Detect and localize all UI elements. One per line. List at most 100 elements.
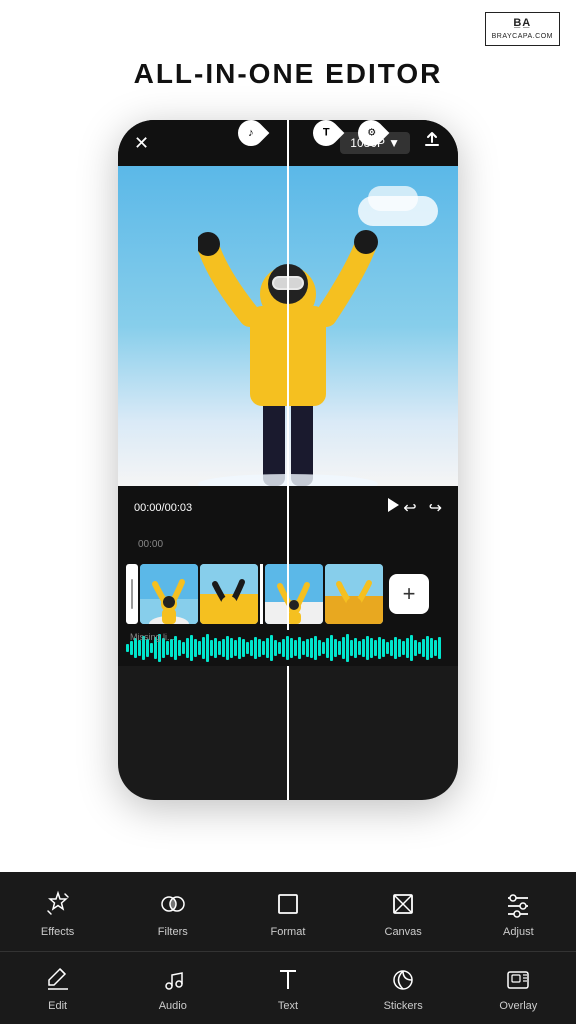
logo-text: B̲A̲BRAYCAPA.COM <box>485 12 560 46</box>
waveform-bar <box>218 641 221 655</box>
waveform-bar <box>438 637 441 659</box>
adjust-tool[interactable]: Adjust <box>478 886 558 938</box>
waveform-bar <box>234 640 237 656</box>
filters-tool[interactable]: Filters <box>133 886 213 938</box>
stickers-label: Stickers <box>384 1000 423 1012</box>
waveform-bar <box>406 638 409 658</box>
trim-handle-left[interactable] <box>126 564 138 624</box>
waveform-bar <box>254 637 257 659</box>
audio-label: Missing li... <box>130 632 175 642</box>
audio-icon <box>157 964 189 996</box>
text-marker[interactable]: T <box>313 120 339 146</box>
audio-nav[interactable]: Audio <box>133 964 213 1012</box>
waveform-bar <box>414 640 417 656</box>
thumbnail-2 <box>200 564 258 624</box>
logo: B̲A̲BRAYCAPA.COM <box>485 12 560 46</box>
waveform-bar <box>358 641 361 655</box>
waveform-bar <box>138 640 141 656</box>
waveform-bar <box>326 638 329 658</box>
waveform-bar <box>282 639 285 657</box>
audio-label: Audio <box>159 1000 187 1012</box>
waveform-bar <box>214 638 217 658</box>
waveform-bar <box>278 642 281 654</box>
waveform-bar <box>178 640 181 656</box>
filters-label: Filters <box>158 926 188 938</box>
waveform-bar <box>330 635 333 661</box>
nav-toolbar: Edit Audio Text <box>0 952 576 1024</box>
overlay-nav[interactable]: Overlay <box>478 964 558 1012</box>
waveform-bar <box>386 642 389 654</box>
waveform-bar <box>258 639 261 657</box>
add-clip-button[interactable]: + <box>389 574 429 614</box>
waveform-bar <box>398 639 401 657</box>
overlay-icon <box>502 964 534 996</box>
bottom-toolbar: Effects Filters Format <box>0 872 576 1024</box>
export-button[interactable] <box>422 130 442 156</box>
waveform-bar <box>230 638 233 658</box>
redo-button[interactable]: ↪ <box>429 498 442 518</box>
waveform-bar <box>130 641 133 655</box>
waveform-bar <box>346 634 349 662</box>
text-label: Text <box>278 1000 298 1012</box>
format-icon <box>270 886 306 922</box>
playhead <box>287 558 289 630</box>
waveform-bar <box>182 642 185 654</box>
waveform-bar <box>242 639 245 657</box>
waveform-bar <box>434 640 437 656</box>
waveform-bar <box>274 640 277 656</box>
stickers-icon <box>387 964 419 996</box>
waveform-bar <box>238 637 241 659</box>
text-nav[interactable]: Text <box>248 964 328 1012</box>
waveform-bar <box>266 638 269 658</box>
waveform-bar <box>426 636 429 660</box>
waveform-bar <box>226 636 229 660</box>
effects-tool[interactable]: Effects <box>18 886 98 938</box>
waveform-bar <box>394 637 397 659</box>
cloud-2 <box>368 186 418 211</box>
text-icon <box>272 964 304 996</box>
waveform-bar <box>202 637 205 659</box>
waveform-bar <box>290 638 293 658</box>
undo-button[interactable]: ↩ <box>403 498 416 518</box>
adjust-icon <box>500 886 536 922</box>
waveform-bar <box>370 638 373 658</box>
format-tool[interactable]: Format <box>248 886 328 938</box>
waveform-bar <box>350 640 353 656</box>
waveform-bar <box>338 641 341 655</box>
waveform-bar <box>362 639 365 657</box>
waveform-bar <box>418 642 421 654</box>
timeline-start-label: 00:00 <box>138 539 163 550</box>
effects-icon <box>40 886 76 922</box>
stickers-nav[interactable]: Stickers <box>363 964 443 1012</box>
waveform-bar <box>306 639 309 657</box>
close-button[interactable]: ✕ <box>134 133 149 154</box>
waveform-bar <box>430 638 433 658</box>
edit-label: Edit <box>48 1000 67 1012</box>
effects-label: Effects <box>41 926 74 938</box>
waveform-bar <box>270 635 273 661</box>
waveform-bar <box>354 638 357 658</box>
waveform-bar <box>166 641 169 655</box>
play-button[interactable] <box>381 494 403 522</box>
waveform-bar <box>390 640 393 656</box>
sticker-marker[interactable]: ⚙ <box>358 120 384 146</box>
adjust-label: Adjust <box>503 926 534 938</box>
waveform-bar <box>222 639 225 657</box>
controls-right: ↩ ↪ <box>403 498 442 518</box>
waveform-bar <box>374 640 377 656</box>
canvas-tool[interactable]: Canvas <box>363 886 443 938</box>
waveform-bar <box>322 642 325 654</box>
waveform-bar <box>294 640 297 656</box>
waveform-bar <box>286 636 289 660</box>
waveform-bar <box>206 634 209 662</box>
waveform-bar <box>190 635 193 661</box>
phone-mockup: ✕ 1080P ▼ <box>118 120 458 800</box>
trim-handle-middle[interactable] <box>260 564 263 624</box>
time-display: 00:00/00:03 <box>134 502 381 514</box>
audio-marker[interactable]: ♪ <box>238 120 264 146</box>
main-toolbar: Effects Filters Format <box>0 872 576 952</box>
canvas-label: Canvas <box>385 926 422 938</box>
thumbnail-4 <box>325 564 383 624</box>
waveform-bar <box>298 637 301 659</box>
edit-nav[interactable]: Edit <box>18 964 98 1012</box>
